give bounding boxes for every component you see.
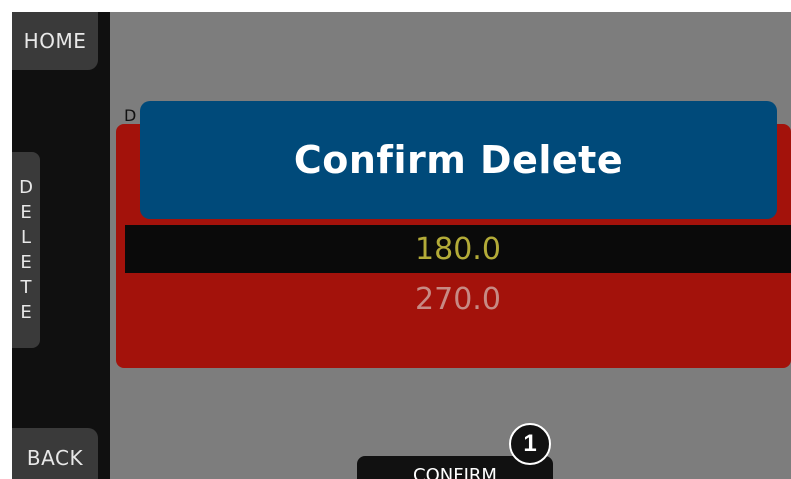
home-button[interactable]: HOME [12, 12, 98, 70]
sidebar: HOME D E L E T E BACK [12, 12, 110, 479]
list-item[interactable]: 270.0 [125, 275, 791, 323]
list-header-letter: D [124, 106, 137, 125]
delete-button[interactable]: D E L E T E [12, 152, 40, 348]
camera-screen: HOME D E L E T E BACK D 180.0 270.0 Conf… [12, 12, 791, 479]
home-button-label: HOME [23, 29, 87, 53]
delete-letter: T [20, 277, 32, 298]
confirm-delete-dialog: Confirm Delete [140, 101, 777, 219]
delete-letter: E [20, 302, 32, 323]
back-button-label: BACK [26, 446, 84, 470]
list-item-value: 270.0 [415, 281, 501, 317]
delete-letter: E [20, 202, 32, 223]
delete-letter: L [20, 227, 32, 248]
list-item-selected[interactable]: 180.0 [125, 225, 791, 273]
callout-number: 1 [523, 430, 537, 457]
back-button[interactable]: BACK [12, 428, 98, 479]
list-item-value: 180.0 [415, 231, 501, 267]
dialog-title: Confirm Delete [293, 138, 624, 182]
delete-letter: E [20, 252, 32, 273]
delete-letter: D [19, 177, 33, 198]
confirm-button-label: CONFIRM [413, 465, 497, 479]
callout-marker: 1 [509, 423, 551, 465]
